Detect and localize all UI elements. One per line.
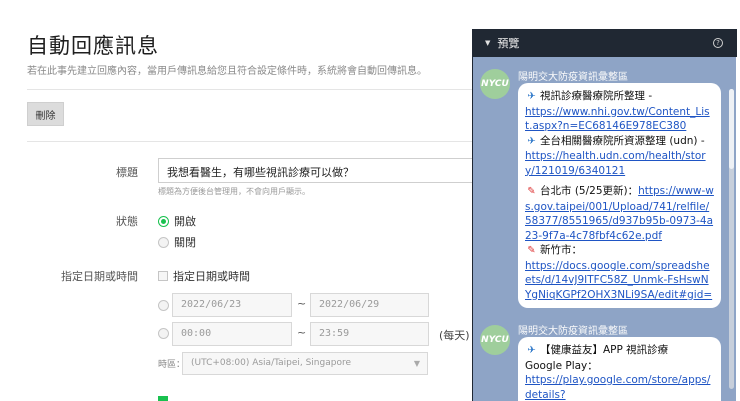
msg-line: 全台相關醫療院所資源整理 (udn) - <box>540 134 705 147</box>
divider <box>27 89 487 90</box>
message-link[interactable]: https://health.udn.com/health/story/1210… <box>525 150 706 177</box>
date-from-input[interactable]: 2022/06/23 <box>172 293 292 317</box>
avatar: NYCU <box>480 69 510 99</box>
radio-selected-icon <box>158 215 169 227</box>
timezone-value: (UTC+08:00) Asia/Taipei, Singapore <box>191 358 351 368</box>
time-from-input[interactable]: 00:00 <box>172 322 292 346</box>
checkbox-icon <box>158 271 168 281</box>
page-description: 若在此事先建立回應內容，當用戶傳訊息給您且符合設定條件時，系統將會自動回傳訊息。 <box>27 66 427 77</box>
divider <box>27 141 487 142</box>
daily-label: (每天) <box>439 329 470 342</box>
scrollbar-thumb[interactable] <box>729 89 734 169</box>
radio-empty-icon <box>158 300 169 311</box>
radio-empty-icon <box>158 236 169 248</box>
pin-icon: ✎ <box>527 186 536 197</box>
status-off-label: 關閉 <box>174 236 196 249</box>
datetime-label: 指定日期或時間 <box>61 270 138 283</box>
msg-line: 視訊診療醫療院所整理 - <box>540 90 653 102</box>
avatar: NYCU <box>480 325 510 355</box>
preview-panel: ▼ 預覽 ? NYCU 陽明交大防疫資訊彙整區 ✈ 視訊診療醫療院所整理 - ht… <box>472 29 737 401</box>
megaphone-icon: ✈ <box>527 91 536 102</box>
sender-name: 陽明交大防疫資訊彙整區 <box>518 72 628 83</box>
status-label: 狀態 <box>116 215 138 228</box>
chevron-down-icon: ▼ <box>413 359 420 368</box>
date-to-input[interactable]: 2022/06/29 <box>310 293 429 317</box>
collapse-arrow-icon[interactable]: ▼ <box>485 39 490 47</box>
msg-line: 新竹市： <box>540 244 582 256</box>
page-title: 自動回應訊息 <box>27 34 159 58</box>
title-hint: 標題為方便後台管理用，不會向用戶顯示。 <box>158 187 310 196</box>
tilde: ~ <box>297 326 307 339</box>
message-bubble: ✈ 【健康益友】APP 視訊診療 Google Play： https://pla… <box>518 337 721 401</box>
msg-line: Google Play： <box>525 359 598 372</box>
pin-icon: ✎ <box>527 245 536 256</box>
delete-button[interactable]: 刪除 <box>27 102 64 126</box>
sender-name: 陽明交大防疫資訊彙整區 <box>518 326 628 337</box>
megaphone-icon: ✈ <box>527 135 536 147</box>
datetime-checkbox[interactable]: 指定日期或時間 <box>158 268 250 284</box>
help-icon[interactable]: ? <box>713 38 723 48</box>
message-link[interactable]: https://docs.google.com/spreadsheets/d/1… <box>525 260 712 301</box>
status-on-radio[interactable]: 開啟 <box>158 213 196 229</box>
status-off-radio[interactable]: 關閉 <box>158 234 196 250</box>
preview-title: 預覽 <box>497 37 520 50</box>
timezone-label: 時區： <box>158 360 186 370</box>
msg-line: 台北市 (5/25更新)： <box>540 185 639 197</box>
message-link[interactable]: https://play.google.com/store/apps/detai… <box>525 374 710 401</box>
message-link[interactable]: https://www.nhi.gov.tw/Content_List.aspx… <box>525 106 710 133</box>
timezone-select[interactable]: (UTC+08:00) Asia/Taipei, Singapore ▼ <box>182 352 428 375</box>
status-on-label: 開啟 <box>174 215 196 228</box>
preview-header[interactable]: ▼ 預覽 ? <box>473 29 737 57</box>
datetime-checkbox-label: 指定日期或時間 <box>173 270 250 283</box>
msg-line: 【健康益友】APP 視訊診療 <box>540 344 669 356</box>
radio-empty-icon <box>158 328 169 339</box>
time-to-input[interactable]: 23:59 <box>310 322 429 346</box>
message-bubble: ✈ 視訊診療醫療院所整理 - https://www.nhi.gov.tw/Con… <box>518 83 721 308</box>
checkbox-checked-icon[interactable] <box>158 396 168 401</box>
tilde: ~ <box>297 297 307 310</box>
megaphone-icon: ✈ <box>527 345 536 356</box>
title-input[interactable]: 我想看醫生，有哪些視訊診療可以做？ <box>158 158 488 183</box>
title-label: 標題 <box>116 166 138 179</box>
